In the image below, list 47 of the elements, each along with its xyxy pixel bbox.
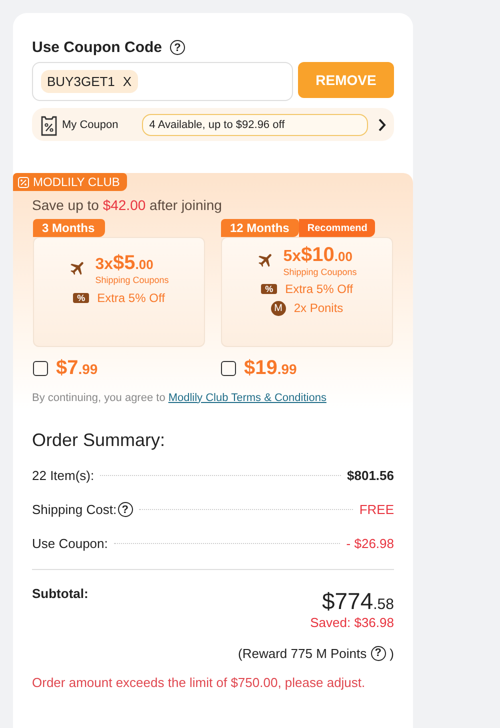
remove-code-button[interactable]: X [122,74,132,89]
coupon-summary: 4 Available, up to $92.96 off [142,114,368,136]
help-icon[interactable]: ? [118,502,133,517]
coupon-code: BUY3GET1 [47,74,115,89]
summary-label: 22 Item(s): [32,468,94,483]
perk-text: 2x Ponits [294,301,344,315]
subtotal-label: Subtotal: [32,586,88,602]
perk-text: Extra 5% Off [97,290,165,304]
summary-label: Shipping Cost: [32,502,117,517]
coupon-value: 5x$10.00 [283,244,354,266]
club-icon [18,176,29,188]
plan-card[interactable]: 5x$10.00 Shipping Coupons % Extra 5% Off M 2x Ponits [221,236,393,346]
plan-checkbox[interactable] [33,360,48,376]
club-badge-label: MODLILY CLUB [33,175,120,189]
summary-label: Use Coupon: [32,536,108,551]
my-coupon-label: My Coupon [62,118,118,130]
terms-text: By continuing, you agree to [32,392,166,404]
help-icon[interactable]: ? [370,646,386,660]
help-icon[interactable]: ? [170,40,185,55]
ticket-icon: % [73,292,90,302]
coupon-label: Shipping Coupons [95,274,169,284]
club-save-text: Save up to $42.00 after joining [31,196,223,212]
summary-value: $801.56 [347,468,394,483]
my-coupon-bar[interactable]: My Coupon 4 Available, up to $92.96 off [32,108,394,141]
coupon-icon [40,114,58,136]
coupon-field[interactable]: BUY3GET1 X [32,62,293,101]
summary-value: FREE [359,502,394,517]
summary-value: - $26.98 [346,536,394,551]
reward-close: ) [390,646,394,660]
terms-link[interactable]: Modlily Club Terms & Conditions [168,392,326,404]
perk-text: Extra 5% Off [285,282,353,296]
coupon-title: Use Coupon Code [32,39,162,56]
subtotal-value: $774.58 [320,588,394,614]
saved-amount: Saved: $36.98 [310,614,394,630]
coupon-value: 3x$5.00 [95,252,154,274]
coupon-label: Shipping Coupons [283,266,357,276]
ticket-icon: % [261,284,278,294]
summary-title: Order Summary: [32,430,166,450]
plan-checkbox[interactable] [221,360,236,376]
recommend-tag: Recommend [299,218,376,236]
reward-text: (Reward 775 M Points [238,646,367,660]
coin-icon: M [270,300,286,316]
plan-card[interactable]: 3x$5.00 Shipping Coupons % Extra 5% Off [33,236,205,346]
limit-warning: Order amount exceeds the limit of $750.00, please adjust. [32,674,366,690]
chevron-right-icon[interactable] [378,118,386,132]
plan-price: $19.99 [244,356,297,380]
plan-price: $7.99 [56,356,98,380]
